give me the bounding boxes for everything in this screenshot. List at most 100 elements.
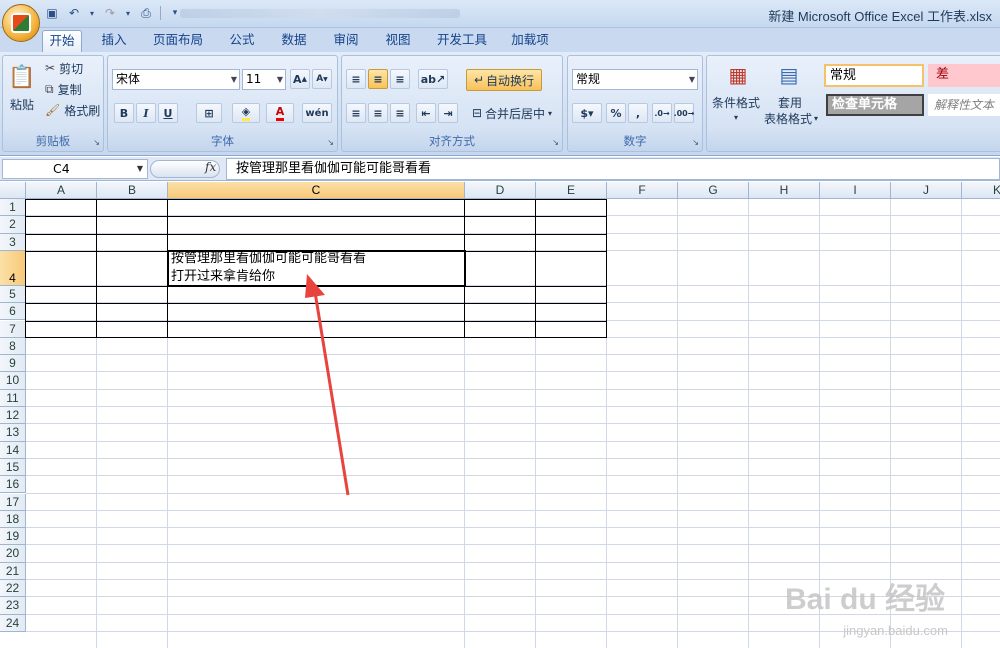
decrease-indent-icon[interactable]: ⇤: [416, 103, 436, 123]
style-check-cell[interactable]: 检查单元格: [826, 94, 924, 116]
insert-function-button[interactable]: fx: [205, 160, 216, 174]
column-header-k[interactable]: K: [962, 182, 1000, 199]
dropdown-icon[interactable]: ▾: [124, 5, 132, 21]
align-right-icon[interactable]: ≡: [390, 103, 410, 123]
column-header-a[interactable]: A: [26, 182, 97, 199]
grow-font-button[interactable]: A ▲: [290, 69, 310, 89]
tab-home[interactable]: 开始: [42, 30, 82, 52]
row-header-15[interactable]: 15: [0, 458, 26, 477]
tab-review[interactable]: 审阅: [326, 30, 366, 52]
column-header-j[interactable]: J: [891, 182, 962, 199]
row-header-8[interactable]: 8: [0, 337, 26, 356]
dialog-launcher-icon[interactable]: ↘: [93, 138, 100, 147]
row-header-22[interactable]: 22: [0, 580, 26, 598]
tab-addins[interactable]: 加载项: [504, 30, 556, 52]
row-header-21[interactable]: 21: [0, 562, 26, 580]
style-explanatory[interactable]: 解释性文本: [928, 94, 1000, 116]
cell-c4-content[interactable]: 按管理那里看伽伽可能可能哥看看 打开过来拿肯给你: [171, 250, 366, 286]
row-header-6[interactable]: 6: [0, 303, 26, 321]
column-header-e[interactable]: E: [536, 182, 607, 199]
dropdown-icon[interactable]: ▾: [88, 5, 96, 21]
row-header-17[interactable]: 17: [0, 493, 26, 511]
align-bottom-icon[interactable]: ≡: [390, 69, 410, 89]
bold-button[interactable]: B: [114, 103, 134, 123]
orientation-icon[interactable]: ab↗: [418, 69, 448, 89]
tab-developer[interactable]: 开发工具: [430, 30, 494, 52]
save-icon[interactable]: ▣: [44, 5, 60, 21]
style-normal[interactable]: 常规: [824, 64, 924, 87]
shrink-font-button[interactable]: A ▼: [312, 69, 332, 89]
dialog-launcher-icon[interactable]: ↘: [552, 138, 559, 147]
column-header-d[interactable]: D: [465, 182, 536, 199]
currency-icon[interactable]: $▾: [572, 103, 602, 123]
font-name-combo[interactable]: 宋体 ▼: [112, 69, 240, 90]
row-header-4[interactable]: 4: [0, 250, 26, 286]
cut-button[interactable]: ✂ 剪切: [45, 59, 103, 77]
style-bad[interactable]: 差: [928, 64, 1000, 87]
row-header-5[interactable]: 5: [0, 285, 26, 304]
row-header-9[interactable]: 9: [0, 355, 26, 373]
name-box[interactable]: C4 ▼: [2, 159, 148, 179]
comma-button[interactable]: ,: [628, 103, 648, 123]
phonetic-button[interactable]: wén: [302, 103, 332, 123]
row-header-1[interactable]: 1: [0, 199, 26, 217]
row-header-18[interactable]: 18: [0, 510, 26, 529]
redo-icon[interactable]: ↷: [102, 5, 118, 21]
select-all-button[interactable]: [0, 182, 26, 199]
paste-icon[interactable]: 📋: [7, 60, 37, 94]
dialog-launcher-icon[interactable]: ↘: [692, 138, 699, 147]
merge-center-button[interactable]: ⊟ 合并后居中 ▾: [466, 103, 558, 123]
increase-decimal-icon[interactable]: .0→: [652, 103, 672, 123]
column-header-h[interactable]: H: [749, 182, 820, 199]
column-header-g[interactable]: G: [678, 182, 749, 199]
row-header-2[interactable]: 2: [0, 216, 26, 234]
tab-formulas[interactable]: 公式: [222, 30, 262, 52]
align-center-icon[interactable]: ≡: [368, 103, 388, 123]
decrease-decimal-icon[interactable]: .00→: [674, 103, 694, 123]
row-header-7[interactable]: 7: [0, 320, 26, 338]
column-header-f[interactable]: F: [607, 182, 678, 199]
font-size-combo[interactable]: 11 ▼: [242, 69, 286, 90]
column-header-b[interactable]: B: [97, 182, 168, 199]
row-header-14[interactable]: 14: [0, 441, 26, 459]
row-header-23[interactable]: 23: [0, 597, 26, 615]
conditional-format-icon[interactable]: ▦: [713, 60, 763, 90]
table-format-icon[interactable]: ▤: [769, 60, 809, 90]
print-preview-icon[interactable]: ⎙: [138, 5, 154, 21]
row-header-16[interactable]: 16: [0, 476, 26, 494]
align-middle-icon[interactable]: ≡: [368, 69, 388, 89]
row-header-11[interactable]: 11: [0, 389, 26, 407]
row-header-13[interactable]: 13: [0, 424, 26, 442]
format-painter-button[interactable]: 🖌 格式刷: [45, 101, 103, 119]
increase-indent-icon[interactable]: ⇥: [438, 103, 458, 123]
row-header-10[interactable]: 10: [0, 372, 26, 390]
row-header-12[interactable]: 12: [0, 407, 26, 425]
tab-insert[interactable]: 插入: [94, 30, 134, 52]
align-left-icon[interactable]: ≡: [346, 103, 366, 123]
font-color-button[interactable]: A: [266, 103, 294, 123]
copy-button[interactable]: ⧉ 复制: [45, 80, 103, 98]
undo-icon[interactable]: ↶: [66, 5, 82, 21]
paste-button[interactable]: 粘贴: [6, 96, 38, 112]
row-header-20[interactable]: 20: [0, 545, 26, 563]
formula-input[interactable]: 按管理那里看伽伽可能可能哥看看: [226, 158, 1000, 180]
column-header-i[interactable]: I: [820, 182, 891, 199]
dialog-launcher-icon[interactable]: ↘: [327, 138, 334, 147]
italic-button[interactable]: I: [136, 103, 156, 123]
underline-button[interactable]: U: [158, 103, 178, 123]
number-format-combo[interactable]: 常规 ▼: [572, 69, 698, 90]
wrap-text-button[interactable]: ↵ 自动换行: [466, 69, 542, 91]
conditional-format-button[interactable]: 条件格式: [707, 94, 765, 110]
table-format-label-1[interactable]: 套用: [763, 94, 817, 110]
row-header-19[interactable]: 19: [0, 528, 26, 546]
fill-color-button[interactable]: ◈: [232, 103, 260, 123]
tab-view[interactable]: 视图: [378, 30, 418, 52]
tab-page-layout[interactable]: 页面布局: [148, 30, 208, 52]
office-button[interactable]: [2, 4, 40, 42]
table-format-label-2[interactable]: 表格格式 ▾: [761, 110, 821, 126]
borders-button[interactable]: ⊞: [196, 103, 222, 123]
align-top-icon[interactable]: ≡: [346, 69, 366, 89]
row-header-3[interactable]: 3: [0, 233, 26, 251]
percent-button[interactable]: %: [606, 103, 626, 123]
column-header-c[interactable]: C: [168, 182, 465, 199]
